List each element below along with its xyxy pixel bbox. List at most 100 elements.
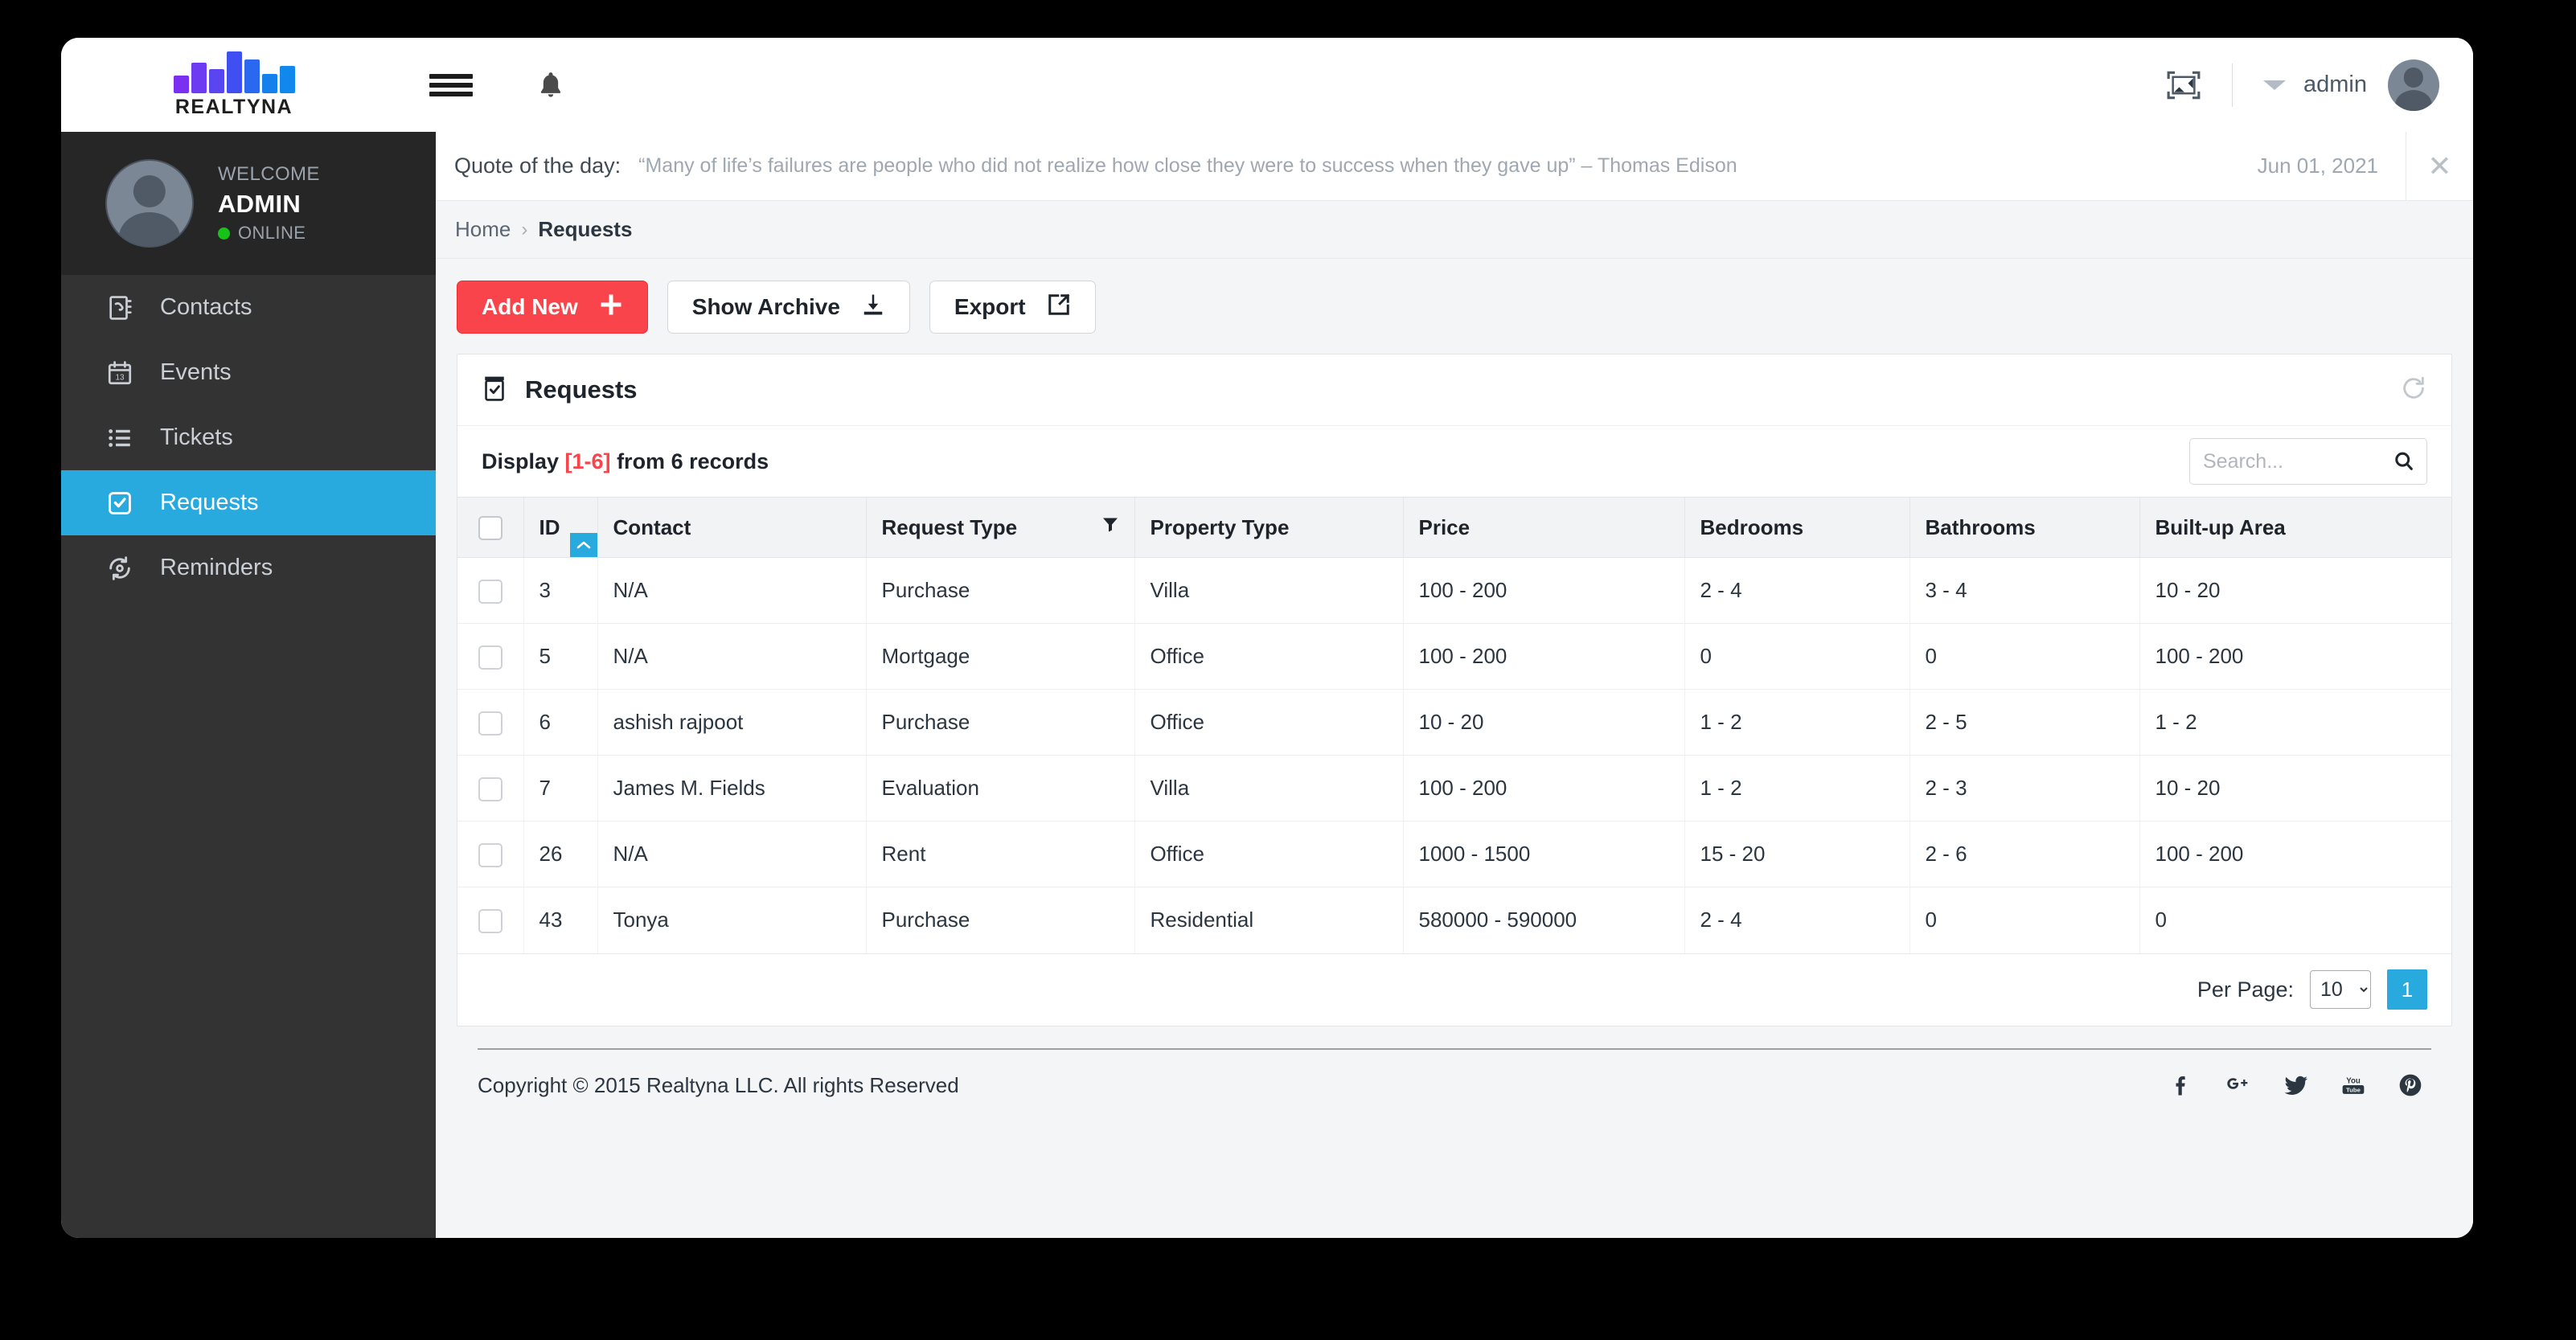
row-checkbox-cell[interactable] [457,821,524,887]
close-icon[interactable]: ✕ [2406,132,2473,200]
cell-contact: Tonya [597,887,867,953]
cell-id: 7 [523,755,598,822]
export-label: Export [954,294,1026,319]
cell-bedrooms: 1 - 2 [1684,689,1910,756]
table-row[interactable]: 5 N/A Mortgage Office 100 - 200 0 0 100 - 200 [457,623,2451,690]
column-header-contact[interactable]: Contact [597,497,867,558]
cell-bathrooms: 0 [1909,887,2140,953]
user-name-label[interactable]: admin [2303,72,2367,98]
pagination-page-1[interactable]: 1 [2387,969,2427,1010]
cell-request-type: Purchase [866,887,1135,953]
search-box[interactable] [2189,438,2427,485]
show-archive-button[interactable]: Show Archive [667,281,910,334]
facebook-icon[interactable] [2169,1072,2193,1098]
calendar-icon: 13 [105,359,134,387]
row-checkbox[interactable] [478,908,502,933]
column-header-price[interactable]: Price [1403,497,1685,558]
profile-text: WELCOME ADMIN ONLINE [218,163,320,244]
pinterest-icon[interactable] [2398,1072,2423,1098]
status-label: ONLINE [238,223,306,243]
logo-bar-2 [191,62,207,93]
sort-ascending-icon[interactable] [569,533,597,557]
logo-wordmark: REALTYNA [174,95,293,118]
twitter-icon[interactable] [2283,1072,2309,1098]
sidebar-profile: WELCOME ADMIN ONLINE [61,132,436,275]
topbar-right-cluster: admin [2166,59,2473,111]
row-checkbox[interactable] [478,711,502,736]
svg-text:13: 13 [115,373,125,382]
cell-bedrooms: 2 - 4 [1684,557,1910,624]
column-header-bathrooms[interactable]: Bathrooms [1909,497,2140,558]
column-header-bedrooms[interactable]: Bedrooms [1684,497,1910,558]
logo-bar-5 [244,59,260,93]
breadcrumb-home[interactable]: Home [455,217,511,242]
sidebar-item-reminders[interactable]: Reminders [61,535,436,600]
table-row[interactable]: 7 James M. Fields Evaluation Villa 100 - 200… [457,755,2451,822]
cell-price: 100 - 200 [1403,623,1685,690]
search-icon[interactable] [2393,450,2415,473]
column-header-id[interactable]: ID [523,497,598,558]
row-checkbox[interactable] [478,579,502,604]
refresh-icon[interactable] [2400,375,2427,406]
row-checkbox-cell[interactable] [457,887,524,953]
sidebar-item-contacts[interactable]: Contacts [61,275,436,340]
panel-header: Requests [457,354,2451,426]
per-page-select[interactable]: 102550100 [2310,970,2371,1009]
logo-bar-3 [208,68,224,93]
chevron-down-icon[interactable] [2263,80,2286,90]
realtyna-logo[interactable]: REALTYNA [61,51,391,119]
quote-text: “Many of life’s failures are people who … [638,154,1737,177]
requests-table: ID Contact Request Type Property Type Price B… [457,497,2451,953]
cell-bathrooms: 3 - 4 [1909,557,2140,624]
export-button[interactable]: Export [929,281,1096,334]
select-all-checkbox-cell[interactable] [457,497,524,558]
column-header-label: Bedrooms [1700,514,1804,539]
fullscreen-icon[interactable] [2166,70,2201,100]
export-share-icon [1047,293,1071,322]
page-body: WELCOME ADMIN ONLINE Contacts 13 Events Tic… [61,132,2473,1238]
column-header-property-type[interactable]: Property Type [1134,497,1404,558]
table-row[interactable]: 43 Tonya Purchase Residential 580000 - 59000… [457,887,2451,953]
sidebar-nav: Contacts 13 Events Tickets Requests Reminders [61,275,436,600]
sidebar-item-requests[interactable]: Requests [61,470,436,535]
hamburger-icon[interactable] [429,69,473,101]
quote-of-the-day-bar: Quote of the day: “Many of life’s failur… [436,132,2473,201]
column-header-request-type[interactable]: Request Type [866,497,1135,558]
bell-icon[interactable] [535,68,566,102]
task-checkbox-icon [105,490,134,517]
cell-bedrooms: 0 [1684,623,1910,690]
sidebar-item-label: Reminders [160,555,273,580]
table-row[interactable]: 3 N/A Purchase Villa 100 - 200 2 - 43 - 4 10 -… [457,557,2451,624]
row-checkbox[interactable] [478,645,502,670]
row-checkbox-cell[interactable] [457,557,524,624]
table-row[interactable]: 6 ashish rajpoot Purchase Office 10 - 20 1 - … [457,689,2451,756]
filter-icon[interactable] [1101,515,1120,540]
row-checkbox-cell[interactable] [457,755,524,822]
add-new-button[interactable]: Add New [457,281,648,334]
avatar[interactable] [2388,59,2439,111]
youtube-icon[interactable]: You Tube [2340,1072,2367,1098]
search-input[interactable] [2203,449,2393,473]
row-checkbox-cell[interactable] [457,689,524,756]
cell-bedrooms: 15 - 20 [1684,821,1910,887]
logo-bar-6 [261,73,277,93]
page-footer: Copyright © 2015 Realtyna LLC. All right… [478,1047,2431,1121]
avatar[interactable] [105,159,194,248]
quote-label: Quote of the day: [454,154,621,178]
requests-panel: Requests Display [1-6] from 6 records Se… [457,354,2452,1027]
table-row[interactable]: 26 N/A Rent Office 1000 - 1500 15 - 20 2 - 6 10… [457,821,2451,887]
display-suffix: from 6 records [610,449,769,473]
column-header-built-up-area[interactable]: Built-up Area [2139,497,2451,558]
action-toolbar: Add New Show Archive Export [457,259,2452,354]
cell-price: 1000 - 1500 [1403,821,1685,887]
sidebar-item-events[interactable]: 13 Events [61,340,436,405]
row-checkbox[interactable] [478,777,502,801]
row-checkbox-cell[interactable] [457,623,524,690]
sidebar-item-tickets[interactable]: Tickets [61,405,436,470]
row-checkbox[interactable] [478,842,502,867]
logo-bar-1 [173,75,189,93]
cell-bedrooms: 2 - 4 [1684,887,1910,953]
display-range: [1-6] [564,449,611,473]
google-plus-icon[interactable] [2224,1072,2253,1098]
select-all-checkbox[interactable] [478,516,502,541]
